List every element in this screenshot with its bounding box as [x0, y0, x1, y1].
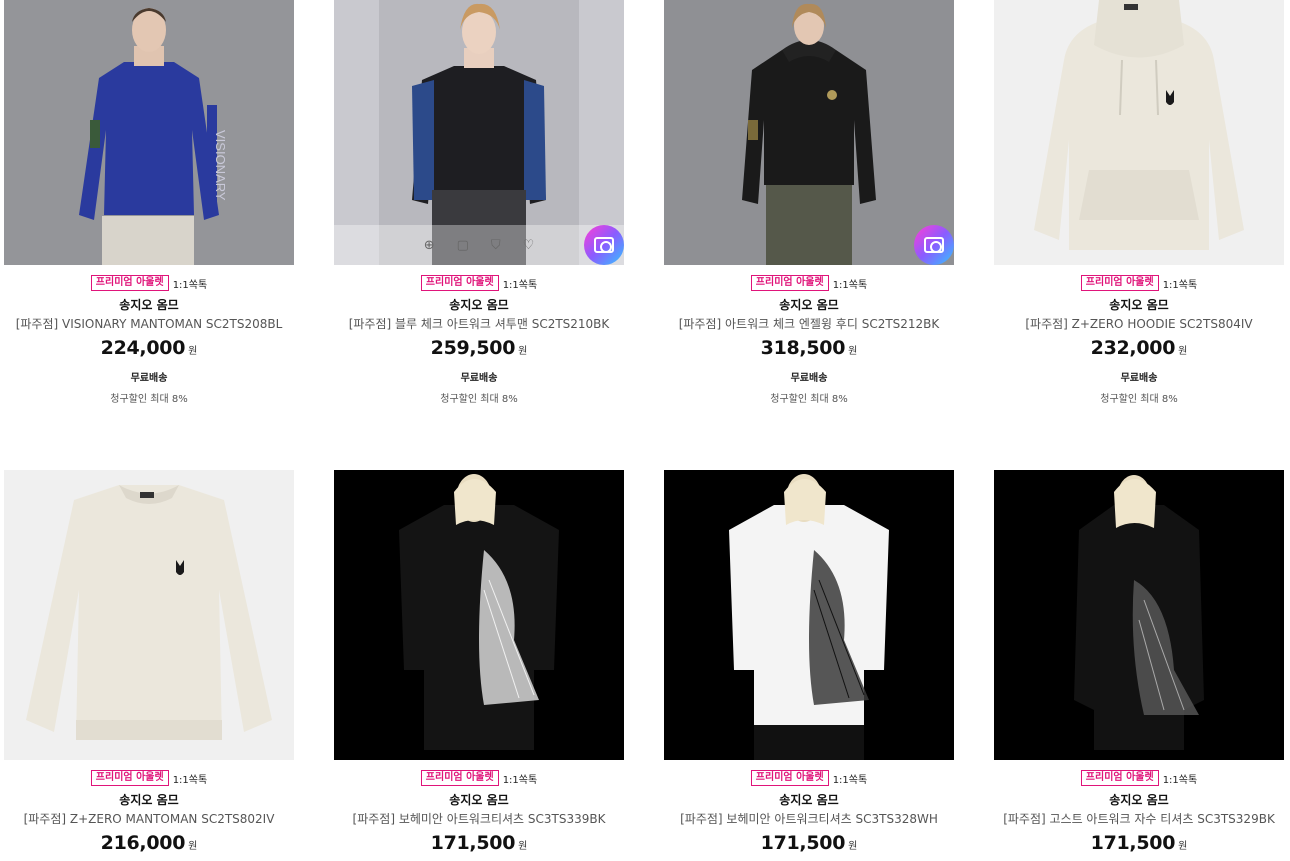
product-name[interactable]: [파주점] 블루 체크 아트워크 셔투맨 SC2TS210BK [334, 316, 624, 332]
badge-line: 프리미엄 아울렛 1:1쏙톡 [994, 274, 1284, 292]
product-card[interactable]: VISIONARY 프리미엄 아울렛 1:1쏙톡 송지오 옴므 [파주점] VI… [4, 0, 294, 405]
talk-label: 1:1쏙톡 [172, 279, 208, 291]
premium-outlet-badge: 프리미엄 아울렛 [90, 275, 169, 291]
product-image[interactable] [4, 470, 294, 760]
product-card[interactable]: 프리미엄 아울렛 1:1쏙톡 송지오 옴므 [파주점] 아트워크 체크 엔젤윙 … [664, 0, 954, 405]
brand-name[interactable]: 송지오 옴므 [664, 792, 954, 808]
product-image[interactable] [664, 0, 954, 265]
product-image[interactable]: VISIONARY [4, 0, 294, 265]
price: 171,500 [430, 832, 516, 854]
product-name[interactable]: [파주점] 고스트 아트워크 자수 티셔츠 SC3TS329BK [994, 811, 1284, 827]
product-card[interactable]: 프리미엄 아울렛 1:1쏙톡 송지오 옴므 [파주점] Z+ZERO MANTO… [4, 470, 294, 854]
premium-outlet-badge: 프리미엄 아울렛 [1080, 275, 1159, 291]
product-card[interactable]: 프리미엄 아울렛 1:1쏙톡 송지오 옴므 [파주점] Z+ZERO HOODI… [994, 0, 1284, 405]
currency: 원 [518, 346, 528, 357]
premium-outlet-badge: 프리미엄 아울렛 [750, 770, 829, 786]
premium-outlet-badge: 프리미엄 아울렛 [1080, 770, 1159, 786]
talk-label: 1:1쏙톡 [172, 774, 208, 786]
brand-name[interactable]: 송지오 옴므 [994, 792, 1284, 808]
currency: 원 [188, 346, 198, 357]
brand-name[interactable]: 송지오 옴므 [664, 297, 954, 313]
price: 216,000 [100, 832, 186, 854]
brand-name[interactable]: 송지오 옴므 [334, 297, 624, 313]
premium-outlet-badge: 프리미엄 아울렛 [420, 770, 499, 786]
discount-label: 청구할인 최대 8% [770, 394, 848, 405]
badge-line: 프리미엄 아울렛 1:1쏙톡 [664, 769, 954, 787]
badge-line: 프리미엄 아울렛 1:1쏙톡 [664, 274, 954, 292]
camera-search-icon[interactable] [914, 225, 954, 265]
talk-label: 1:1쏙톡 [1162, 279, 1198, 291]
discount-label: 청구할인 최대 8% [110, 394, 188, 405]
product-name[interactable]: [파주점] 보헤미안 아트워크티셔츠 SC3TS339BK [334, 811, 624, 827]
product-image[interactable] [994, 470, 1284, 760]
premium-outlet-badge: 프리미엄 아울렛 [750, 275, 829, 291]
shipping-label: 무료배송 [460, 373, 498, 384]
currency: 원 [518, 841, 528, 852]
product-image[interactable] [994, 0, 1284, 265]
zoom-icon[interactable]: ⊕ [424, 238, 435, 253]
brand-name[interactable]: 송지오 옴므 [334, 792, 624, 808]
price: 259,500 [430, 337, 516, 359]
product-name[interactable]: [파주점] Z+ZERO HOODIE SC2TS804IV [994, 316, 1284, 332]
badge-line: 프리미엄 아울렛 1:1쏙톡 [994, 769, 1284, 787]
price: 171,500 [760, 832, 846, 854]
price-line: 171,500 원 [664, 832, 954, 854]
brand-name[interactable]: 송지오 옴므 [4, 792, 294, 808]
price-line: 216,000 원 [4, 832, 294, 854]
brand-name[interactable]: 송지오 옴므 [994, 297, 1284, 313]
currency: 원 [188, 841, 198, 852]
badge-line: 프리미엄 아울렛 1:1쏙톡 [4, 274, 294, 292]
currency: 원 [848, 346, 858, 357]
badge-line: 프리미엄 아울렛 1:1쏙톡 [4, 769, 294, 787]
product-card[interactable]: 프리미엄 아울렛 1:1쏙톡 송지오 옴므 [파주점] 보헤미안 아트워크티셔츠… [334, 470, 624, 854]
talk-label: 1:1쏙톡 [832, 279, 868, 291]
camera-search-icon[interactable] [584, 225, 624, 265]
product-image[interactable] [664, 470, 954, 760]
product-image[interactable]: ⊕ ▢ ⛉ ♡ [334, 0, 624, 265]
currency: 원 [1178, 841, 1188, 852]
price: 318,500 [760, 337, 846, 359]
price-line: 171,500 원 [994, 832, 1284, 854]
compare-icon[interactable]: ▢ [457, 238, 469, 253]
price-line: 259,500 원 [334, 337, 624, 359]
badge-line: 프리미엄 아울렛 1:1쏙톡 [334, 769, 624, 787]
talk-label: 1:1쏙톡 [1162, 774, 1198, 786]
price-line: 232,000 원 [994, 337, 1284, 359]
brand-name[interactable]: 송지오 옴므 [4, 297, 294, 313]
currency: 원 [1178, 346, 1188, 357]
heart-icon[interactable]: ♡ [523, 238, 535, 253]
currency: 원 [848, 841, 858, 852]
shipping-label: 무료배송 [130, 373, 168, 384]
hover-actions: ⊕ ▢ ⛉ ♡ [334, 225, 624, 265]
price: 232,000 [1090, 337, 1176, 359]
price-line: 171,500 원 [334, 832, 624, 854]
product-card[interactable]: 프리미엄 아울렛 1:1쏙톡 송지오 옴므 [파주점] 보헤미안 아트워크티셔츠… [664, 470, 954, 854]
premium-outlet-badge: 프리미엄 아울렛 [420, 275, 499, 291]
price-line: 224,000 원 [4, 337, 294, 359]
product-name[interactable]: [파주점] 아트워크 체크 엔젤윙 후디 SC2TS212BK [664, 316, 954, 332]
price: 224,000 [100, 337, 186, 359]
talk-label: 1:1쏙톡 [502, 774, 538, 786]
product-name[interactable]: [파주점] Z+ZERO MANTOMAN SC2TS802IV [4, 811, 294, 827]
discount-label: 청구할인 최대 8% [440, 394, 518, 405]
shipping-label: 무료배송 [790, 373, 828, 384]
product-image[interactable] [334, 470, 624, 760]
product-name[interactable]: [파주점] 보헤미안 아트워크티셔츠 SC3TS328WH [664, 811, 954, 827]
talk-label: 1:1쏙톡 [502, 279, 538, 291]
svg-text:VISIONARY: VISIONARY [213, 130, 228, 201]
premium-outlet-badge: 프리미엄 아울렛 [90, 770, 169, 786]
product-name[interactable]: [파주점] VISIONARY MANTOMAN SC2TS208BL [4, 316, 294, 332]
product-card[interactable]: ⊕ ▢ ⛉ ♡ 프리미엄 아울렛 1:1쏙톡 송지오 옴므 [파주점] 블루 체… [334, 0, 624, 405]
discount-label: 청구할인 최대 8% [1100, 394, 1178, 405]
price: 171,500 [1090, 832, 1176, 854]
shipping-label: 무료배송 [1120, 373, 1158, 384]
badge-line: 프리미엄 아울렛 1:1쏙톡 [334, 274, 624, 292]
cart-icon[interactable]: ⛉ [491, 238, 501, 253]
product-card[interactable]: 프리미엄 아울렛 1:1쏙톡 송지오 옴므 [파주점] 고스트 아트워크 자수 … [994, 470, 1284, 854]
price-line: 318,500 원 [664, 337, 954, 359]
talk-label: 1:1쏙톡 [832, 774, 868, 786]
